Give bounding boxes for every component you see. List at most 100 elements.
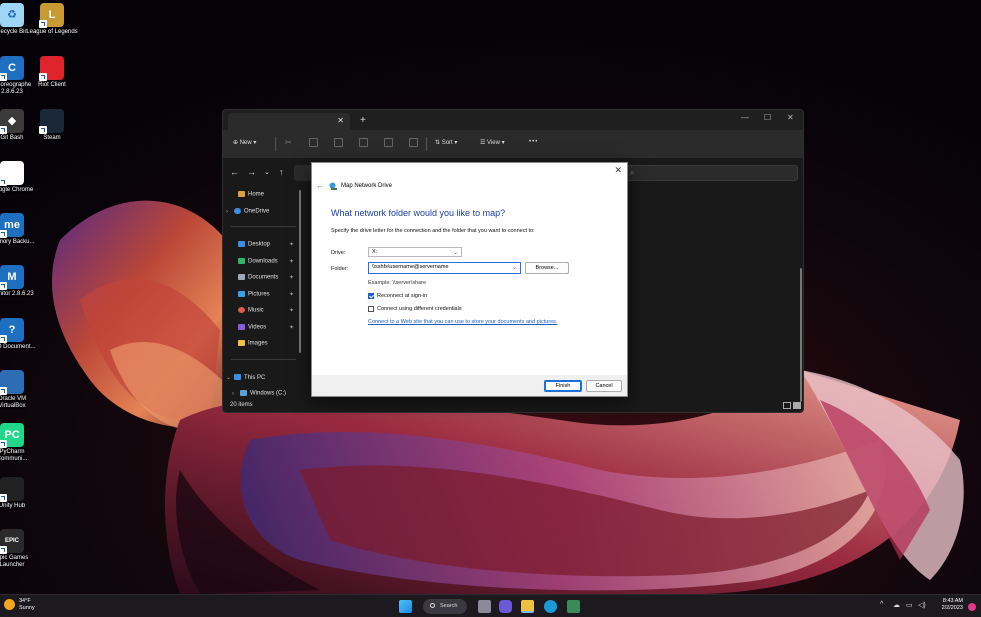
show-hidden-icons-chevron[interactable]: ^ — [880, 601, 883, 608]
documents-icon — [238, 274, 245, 280]
explorer-tab[interactable]: ✕ — [228, 113, 350, 130]
downloads-icon — [238, 258, 245, 264]
desktop-shortcut[interactable]: EPICEpic Games Launcher — [0, 529, 38, 569]
close-tab-icon[interactable]: ✕ — [337, 116, 344, 125]
nav-item-downloads[interactable]: Downloads ✦ — [230, 258, 300, 270]
taskbar-search-label: Search — [440, 603, 458, 609]
expand-chevron-icon[interactable]: › — [226, 209, 234, 215]
sort-button[interactable]: ⇅ Sort ▾ — [435, 139, 457, 146]
task-view-icon[interactable] — [478, 600, 491, 613]
nav-item-images[interactable]: Images — [230, 340, 300, 352]
nav-desktop-label: Desktop — [248, 241, 271, 248]
new-label: New — [239, 140, 252, 146]
desktop-shortcut-label: Memory Backu... — [0, 239, 35, 245]
collapse-chevron-icon[interactable]: ⌄ — [226, 374, 234, 381]
explorer-command-bar: ⊕ New ▾ ✂ ⇅ Sort ▾ ☰ View ▾ ••• — [223, 130, 803, 159]
pin-icon: ✦ — [288, 292, 294, 298]
dialog-footer: Finish Cancel — [312, 375, 627, 396]
volume-icon[interactable]: ◁) — [918, 601, 926, 609]
teams-chat-icon[interactable] — [499, 600, 512, 613]
desktop-shortcut[interactable]: Steam — [26, 109, 78, 142]
desktop-shortcut[interactable]: meMemory Backu... — [0, 213, 38, 246]
close-window-icon[interactable]: ✕ — [787, 113, 794, 122]
dialog-title: Map Network Drive — [341, 183, 393, 189]
reconnect-label[interactable]: Reconnect at sign-in — [377, 293, 427, 299]
paste-icon[interactable] — [334, 138, 343, 147]
back-arrow-icon[interactable]: ← — [230, 167, 239, 177]
drive-label: Drive: — [331, 250, 346, 256]
different-credentials-label[interactable]: Connect using different credentials — [377, 306, 462, 312]
explorer-title-bar[interactable]: ✕ + — ☐ ✕ — [223, 110, 803, 130]
new-button[interactable]: ⊕ New ▾ — [233, 139, 256, 146]
desktop-shortcut[interactable]: Unity Hub — [0, 477, 38, 510]
share-icon[interactable] — [384, 138, 393, 147]
desktop-shortcut[interactable]: Riot Client — [26, 56, 78, 89]
nav-item-pictures[interactable]: Pictures ✦ — [230, 291, 300, 303]
drive-value: X: — [372, 249, 378, 255]
cancel-button[interactable]: Cancel — [586, 380, 622, 392]
taskbar-clock[interactable]: 8:43 AM 2/2/2023 — [933, 598, 963, 612]
search-box[interactable]: ⌕ — [623, 165, 798, 181]
notification-icon[interactable] — [968, 603, 976, 611]
memory-backup-icon: me — [0, 213, 24, 238]
desktop-shortcut[interactable]: Oracle VM VirtualBox — [0, 370, 38, 410]
nav-item-documents[interactable]: Documents ✦ — [230, 274, 300, 286]
nav-item-this-pc[interactable]: ⌄ This PC — [226, 374, 296, 386]
desktop-shortcut-label: Riot Client — [38, 82, 66, 88]
maximize-icon[interactable]: ☐ — [764, 113, 771, 122]
folder-input[interactable]: \\sshfs\username@servername ⌄ — [368, 262, 521, 274]
start-button-windows-icon[interactable] — [399, 600, 412, 613]
desktop-folder-icon — [238, 241, 245, 247]
microsoft-store-icon[interactable] — [567, 600, 580, 613]
browse-button[interactable]: Browse... — [525, 262, 569, 274]
chevron-down-icon[interactable]: ⌄ — [512, 264, 517, 271]
nav-item-home[interactable]: Home — [230, 191, 300, 203]
desktop-shortcut[interactable]: PCPyCharm Communi... — [0, 423, 38, 463]
taskbar-search[interactable]: Search — [423, 599, 467, 614]
rename-icon[interactable] — [359, 138, 368, 147]
view-button[interactable]: ☰ View ▾ — [480, 139, 505, 146]
delete-icon[interactable] — [409, 138, 418, 147]
desktop-shortcut[interactable]: Google Chrome — [0, 161, 38, 194]
nav-item-videos[interactable]: Videos ✦ — [230, 324, 300, 336]
finish-button[interactable]: Finish — [544, 380, 582, 392]
nav-divider — [231, 359, 296, 360]
nav-item-desktop[interactable]: Desktop ✦ — [230, 241, 300, 253]
web-site-storage-link[interactable]: Connect to a Web site that you can use t… — [368, 319, 557, 325]
up-arrow-icon[interactable]: ↑ — [279, 167, 284, 177]
cut-icon[interactable]: ✂ — [285, 138, 294, 147]
close-dialog-icon[interactable]: ✕ — [614, 165, 622, 176]
forward-arrow-icon[interactable]: → — [247, 167, 256, 177]
edge-icon[interactable] — [544, 600, 557, 613]
tiles-view-icon[interactable] — [793, 402, 801, 409]
details-view-icon[interactable] — [783, 402, 791, 409]
onedrive-tray-icon[interactable]: ☁ — [893, 601, 900, 609]
nav-scrollbar[interactable] — [299, 190, 301, 353]
nav-this-pc-label: This PC — [244, 375, 266, 381]
minimize-icon[interactable]: — — [741, 113, 749, 122]
copy-icon[interactable] — [309, 138, 318, 147]
different-credentials-checkbox[interactable] — [368, 306, 374, 312]
content-scrollbar[interactable] — [800, 268, 802, 402]
network-icon[interactable]: ▭ — [906, 601, 913, 609]
expand-chevron-icon[interactable]: › — [232, 391, 240, 397]
drive-select[interactable]: X: ⌄ — [368, 247, 462, 257]
network-drive-icon — [329, 182, 337, 190]
folder-example: Example: \\server\share — [368, 280, 427, 286]
desktop-shortcut[interactable]: ?NAO Document... — [0, 318, 38, 351]
videos-icon — [238, 324, 245, 330]
search-icon — [430, 603, 435, 608]
file-explorer-taskbar-icon[interactable] — [521, 600, 534, 613]
nav-item-onedrive[interactable]: › OneDrive — [226, 208, 296, 220]
new-tab-icon[interactable]: + — [360, 115, 366, 126]
more-options-button[interactable]: ••• — [529, 139, 538, 145]
nav-item-music[interactable]: Music ✦ — [230, 307, 300, 319]
nao-document-icon: ? — [0, 318, 24, 343]
shortcut-arrow-icon — [0, 494, 7, 502]
back-arrow-icon[interactable]: ← — [316, 181, 324, 190]
desktop-shortcut[interactable]: L League of Legends — [26, 3, 78, 36]
desktop-shortcut[interactable]: MMonitor 2.8.6.23 — [0, 265, 38, 298]
git-bash-icon: ◆ — [0, 109, 24, 134]
recent-locations-chevron-icon[interactable]: ⌄ — [264, 168, 270, 176]
reconnect-checkbox[interactable] — [368, 293, 374, 299]
